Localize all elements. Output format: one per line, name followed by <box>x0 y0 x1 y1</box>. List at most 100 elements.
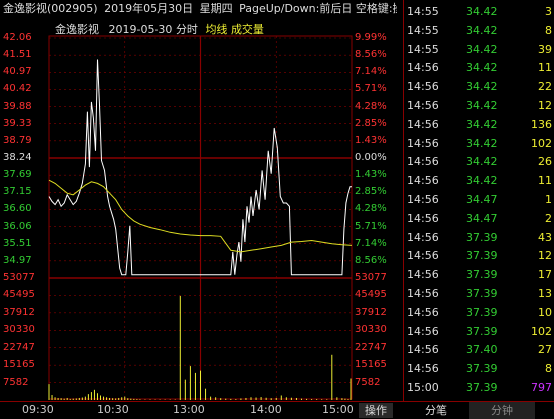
trade-time: 14:55 <box>407 5 439 18</box>
trade-volume: 12 <box>538 99 552 112</box>
trade-row[interactable]: 14:56 37.39 10 <box>404 304 554 322</box>
trade-volume: 10 <box>538 305 552 319</box>
volume-tick-right: 7582 <box>355 376 381 388</box>
trade-volume: 22 <box>538 80 552 94</box>
trade-time: 15:00 <box>407 381 439 394</box>
trade-time: 14:55 <box>407 42 439 56</box>
volume-tick-right: 22747 <box>355 341 387 353</box>
trade-time: 14:55 <box>407 23 439 37</box>
chart-canvas[interactable] <box>0 18 400 401</box>
chart-mode: 分时 <box>175 23 198 36</box>
price-tick-right: 5.71% <box>355 83 387 95</box>
trade-row[interactable]: 14:56 34.42 102 <box>404 135 554 153</box>
trade-row[interactable]: 14:56 34.42 26 <box>404 153 554 171</box>
trade-row[interactable]: 14:56 37.39 102 <box>404 323 554 341</box>
price-tick-left: 40.97 <box>3 66 32 78</box>
trade-row[interactable]: 14:56 34.47 1 <box>404 191 554 209</box>
trade-volume: 8 <box>545 23 552 37</box>
trade-price: 37.39 <box>466 362 498 376</box>
trade-price: 34.42 <box>466 23 498 37</box>
trade-volume: 26 <box>538 155 552 169</box>
trade-row[interactable]: 14:56 34.42 136 <box>404 116 554 134</box>
trade-price: 34.42 <box>466 99 498 112</box>
trade-row[interactable]: 14:56 37.39 12 <box>404 247 554 265</box>
trade-time: 14:56 <box>407 193 439 206</box>
time-label-1400: 14:00 <box>250 403 282 416</box>
volume-tick-left: 37912 <box>3 306 35 318</box>
trade-row[interactable]: 14:56 34.47 2 <box>404 210 554 228</box>
price-tick-left: 38.24 <box>3 152 32 163</box>
volume-tick-left: 15165 <box>3 359 35 371</box>
price-tick-right: 5.71% <box>355 220 387 232</box>
trade-row[interactable]: 15:00 37.39 797 <box>404 379 554 397</box>
price-tick-right: 9.99% <box>355 32 387 43</box>
trade-price: 37.40 <box>466 343 498 357</box>
price-tick-left: 36.06 <box>3 220 32 232</box>
price-tick-left: 35.51 <box>3 237 32 249</box>
trade-time: 14:56 <box>407 287 439 300</box>
title-hint: PageUp/Down:前后日 空格键:操作 通达信(R) <box>239 2 397 15</box>
trade-price: 34.42 <box>466 5 498 18</box>
tab-trades[interactable]: 分笔 <box>403 402 469 419</box>
chart-header: 金逸影视 2019-05-30 分时 均线 成交量 <box>55 21 264 37</box>
operation-button[interactable]: 操作 <box>359 403 393 418</box>
price-tick-left: 41.51 <box>3 49 32 61</box>
tab-minute[interactable]: 分钟 <box>469 402 535 419</box>
trade-row[interactable]: 14:55 34.42 39 <box>404 41 554 59</box>
trade-row[interactable]: 14:56 37.39 8 <box>404 360 554 378</box>
trade-row[interactable]: 14:55 34.42 3 <box>404 3 554 21</box>
trade-price: 37.39 <box>466 249 498 263</box>
trade-volume: 102 <box>531 136 552 150</box>
trade-price: 34.42 <box>466 117 498 131</box>
trade-price: 37.39 <box>466 287 498 300</box>
trade-row[interactable]: 14:56 34.42 22 <box>404 78 554 96</box>
trade-row[interactable]: 14:56 37.40 27 <box>404 341 554 359</box>
price-tick-left: 42.06 <box>3 32 32 43</box>
trade-row[interactable]: 14:56 37.39 17 <box>404 266 554 284</box>
volume-tick-left: 30330 <box>3 324 35 336</box>
trade-volume: 43 <box>538 230 552 244</box>
trade-row[interactable]: 14:56 37.39 43 <box>404 229 554 247</box>
trade-volume: 2 <box>545 211 552 225</box>
trade-volume: 27 <box>538 343 552 357</box>
trade-volume: 12 <box>538 249 552 263</box>
price-tick-left: 37.69 <box>3 169 32 181</box>
trade-time: 14:56 <box>407 324 439 338</box>
price-tick-right: 1.43% <box>355 169 387 181</box>
trade-row[interactable]: 14:55 34.42 8 <box>404 22 554 40</box>
price-tick-right: 8.56% <box>355 49 387 61</box>
trade-price: 34.42 <box>466 42 498 56</box>
chart-date: 2019-05-30 <box>108 23 173 36</box>
volume-label: 成交量 <box>230 23 264 36</box>
trade-tick-list[interactable]: 14:55 34.42 3 14:55 34.42 8 14:55 34.42 39 14:56 3… <box>403 0 554 401</box>
trade-time: 14:56 <box>407 249 439 263</box>
trade-time: 14:56 <box>407 117 439 131</box>
trade-row[interactable]: 14:56 34.42 11 <box>404 172 554 190</box>
price-tick-right: 1.43% <box>355 134 387 146</box>
trade-time: 14:56 <box>407 80 439 94</box>
trade-volume: 17 <box>538 268 552 282</box>
trade-volume: 797 <box>531 381 552 394</box>
trade-volume: 8 <box>545 362 552 376</box>
trade-volume: 1 <box>545 193 552 206</box>
trade-price: 37.39 <box>466 268 498 282</box>
intraday-chart[interactable]: 金逸影视 2019-05-30 分时 均线 成交量 42.06 9.99% 41.5… <box>0 18 400 401</box>
time-label-1500: 15:00 <box>322 403 354 416</box>
trade-volume: 102 <box>531 324 552 338</box>
time-label-0930: 09:30 <box>22 403 54 416</box>
trade-row[interactable]: 14:56 37.39 13 <box>404 285 554 303</box>
volume-tick-right: 53077 <box>355 272 387 283</box>
volume-tick-right: 45495 <box>355 289 387 301</box>
trade-price: 34.42 <box>466 174 498 188</box>
trade-row[interactable]: 14:56 34.42 12 <box>404 97 554 115</box>
volume-tick-left: 7582 <box>3 376 29 388</box>
trade-price: 34.42 <box>466 155 498 169</box>
trade-price: 34.47 <box>466 211 498 225</box>
trade-time: 14:56 <box>407 155 439 169</box>
price-tick-left: 40.42 <box>3 83 32 95</box>
price-tick-right: 4.28% <box>355 100 387 112</box>
trade-time: 14:56 <box>407 136 439 150</box>
trade-row[interactable]: 14:56 34.42 11 <box>404 59 554 77</box>
trade-price: 34.42 <box>466 80 498 94</box>
price-tick-right: 7.14% <box>355 237 387 249</box>
